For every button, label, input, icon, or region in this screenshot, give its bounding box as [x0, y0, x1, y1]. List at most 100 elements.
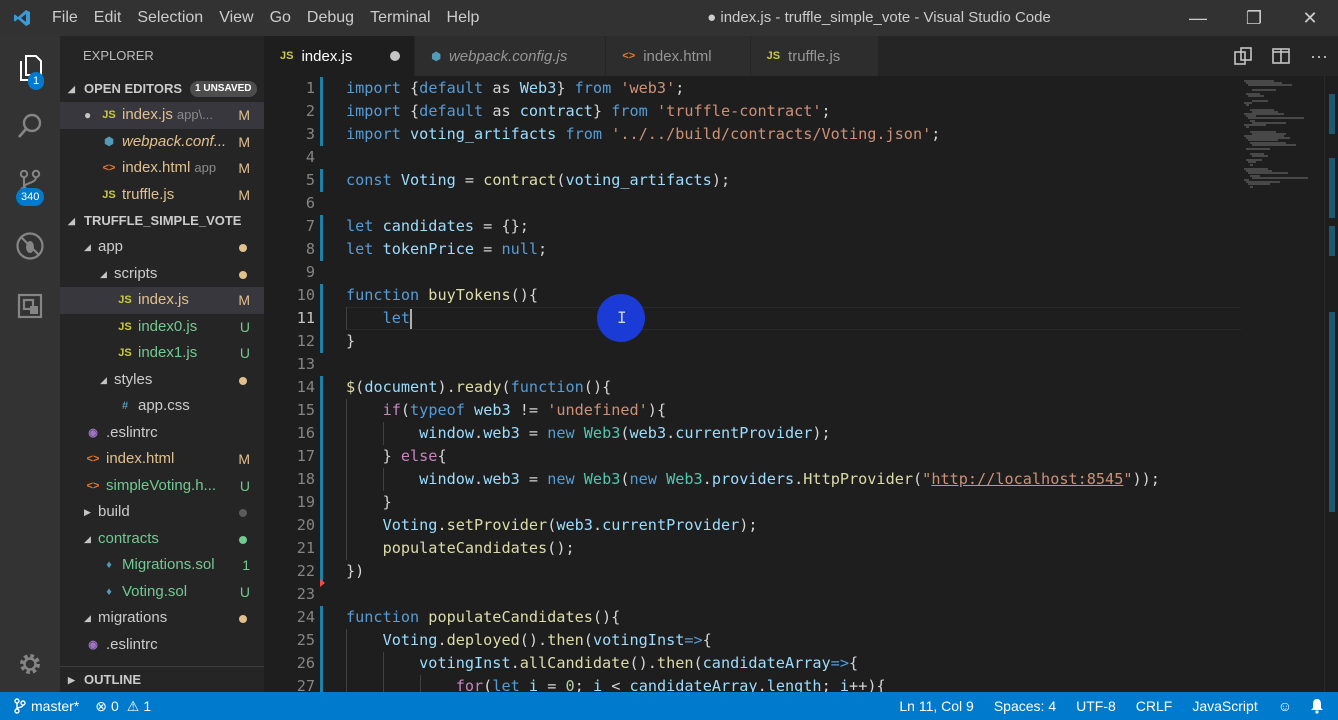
explorer-activity-button[interactable]: 1 [0, 40, 60, 96]
notifications-button[interactable] [1302, 698, 1338, 714]
open-editor-item[interactable]: <> index.html app M [60, 155, 264, 182]
git-status-badge: U [239, 583, 250, 600]
line-text: import {default as Web3} from 'web3'; [346, 77, 684, 100]
indentation[interactable]: Spaces: 4 [984, 692, 1066, 720]
feedback-button[interactable]: ☺ [1268, 692, 1302, 720]
split-editor-button[interactable] [1262, 36, 1300, 76]
code-token: import [346, 125, 411, 143]
tree-file[interactable]: <> simpleVoting.h... U [60, 473, 264, 500]
minimize-button[interactable]: — [1170, 0, 1226, 36]
open-editor-item[interactable]: ⬢ webpack.conf... M [60, 129, 264, 156]
code-token: Web3 [666, 470, 703, 488]
branch-indicator[interactable]: master* [0, 692, 87, 720]
file-type-icon: JS [118, 347, 132, 359]
tab-webpack-config-js[interactable]: ⬢ webpack.config.js [415, 36, 607, 76]
line-number: 17 [296, 447, 315, 465]
code-token: let [382, 309, 411, 327]
branch-name: master* [31, 698, 80, 714]
code-token: i [592, 677, 603, 692]
minimap[interactable] [1240, 76, 1324, 692]
code-token: = [455, 171, 484, 189]
language-mode[interactable]: JavaScript [1182, 692, 1267, 720]
vertical-scrollbar[interactable] [1324, 76, 1338, 692]
encoding[interactable]: UTF-8 [1066, 692, 1126, 720]
menu-go[interactable]: Go [262, 0, 299, 36]
debug-activity-button[interactable] [0, 218, 60, 274]
menu-selection[interactable]: Selection [129, 0, 211, 36]
open-editors-header[interactable]: ◢ OPEN EDITORS 1 UNSAVED [60, 76, 264, 102]
code-token: let [346, 217, 383, 235]
extensions-activity-button[interactable] [0, 278, 60, 334]
code-token: buyTokens [428, 286, 511, 304]
more-actions-button[interactable]: ··· [1300, 36, 1338, 76]
tree-folder[interactable]: ◢ scripts [60, 261, 264, 288]
tree-item-label: migrations [98, 609, 168, 626]
scrollbar-change-mark [1329, 94, 1335, 134]
git-status-badge: M [238, 292, 250, 308]
tree-folder[interactable]: ▶ build [60, 499, 264, 526]
line-number: 7 [305, 217, 315, 235]
chevron-down-icon: ◢ [68, 216, 75, 226]
code-editor[interactable]: 1 import {default as Web3} from 'web3'; 2 i… [264, 76, 1338, 692]
tab-index-html[interactable]: <> index.html [606, 36, 751, 76]
tree-folder[interactable]: ◢ migrations [60, 605, 264, 632]
line-text: } [346, 330, 355, 353]
code-token: . [474, 424, 484, 442]
problems-indicator[interactable]: ⊗ 0 ⚠ 1 [87, 692, 159, 720]
ellipsis-icon: ··· [1310, 45, 1328, 66]
code-token: let [346, 240, 383, 258]
tree-folder[interactable]: ◢ styles [60, 367, 264, 394]
menu-help[interactable]: Help [439, 0, 488, 36]
search-activity-button[interactable] [0, 98, 60, 154]
code-token: http://localhost:8545 [931, 470, 1124, 488]
tree-file[interactable]: ◉ .eslintrc [60, 420, 264, 447]
tree-file[interactable]: JS index1.js U [60, 340, 264, 367]
code-line: 6 [264, 192, 1240, 215]
code-token: . [702, 470, 712, 488]
manage-activity-button[interactable] [0, 636, 60, 692]
menu-terminal[interactable]: Terminal [362, 0, 438, 36]
tree-file[interactable]: ◉ .eslintrc [60, 632, 264, 659]
tree-file[interactable]: # app.css [60, 393, 264, 420]
menu-file[interactable]: File [44, 0, 86, 36]
close-button[interactable]: ✕ [1282, 0, 1338, 36]
project-folder-header[interactable]: ◢ TRUFFLE_SIMPLE_VOTE [60, 208, 264, 234]
menu-edit[interactable]: Edit [86, 0, 130, 36]
code-token: { [848, 654, 859, 672]
minimap-line [1252, 99, 1268, 102]
source-control-activity-button[interactable]: 340 [0, 154, 60, 210]
unsaved-dot-icon[interactable] [390, 51, 401, 61]
line-text: $(document).ready(function(){ [346, 376, 611, 399]
outline-header[interactable]: ▶ OUTLINE [60, 666, 264, 692]
line-number: 26 [296, 654, 315, 672]
menu-view[interactable]: View [211, 0, 261, 36]
line-ending[interactable]: CRLF [1126, 692, 1183, 720]
tree-file[interactable]: ♦ Migrations.sol 1 [60, 552, 264, 579]
code-line: 14 $(document).ready(function(){ [264, 376, 1240, 399]
activity-bar: 1 340 [0, 36, 60, 692]
code-token: Voting [400, 171, 456, 189]
code-token: }) [346, 562, 365, 580]
tree-item-label: app.css [138, 397, 190, 414]
tree-file[interactable]: ♦ Voting.sol U [60, 579, 264, 606]
tab-truffle-js[interactable]: JS truffle.js [750, 36, 880, 76]
code-token: 'truffle-contract' [656, 102, 822, 120]
restore-button[interactable]: ❐ [1226, 0, 1282, 36]
tree-folder[interactable]: ◢ contracts [60, 526, 264, 553]
menu-debug[interactable]: Debug [299, 0, 362, 36]
tree-file[interactable]: <> index.html M [60, 446, 264, 473]
tab-index-js[interactable]: JS index.js [264, 36, 416, 76]
open-editor-item[interactable]: ● JS index.js app\... M [60, 102, 264, 129]
code-line: 19 } [264, 491, 1240, 514]
gutter-change-mark [320, 629, 323, 652]
unsaved-dot-icon[interactable]: ● [84, 102, 100, 129]
open-editor-item[interactable]: JS truffle.js M [60, 182, 264, 209]
tree-file[interactable]: JS index0.js U [60, 314, 264, 341]
tree-folder[interactable]: ◢ app [60, 234, 264, 261]
tree-file[interactable]: JS index.js M [60, 287, 264, 314]
open-changes-button[interactable] [1224, 36, 1262, 76]
code-token: } [346, 493, 392, 511]
code-line: 16 window.web3 = new Web3(web3.currentPr… [264, 422, 1240, 445]
cursor-position[interactable]: Ln 11, Col 9 [889, 692, 983, 720]
gutter-change-mark [320, 215, 323, 238]
